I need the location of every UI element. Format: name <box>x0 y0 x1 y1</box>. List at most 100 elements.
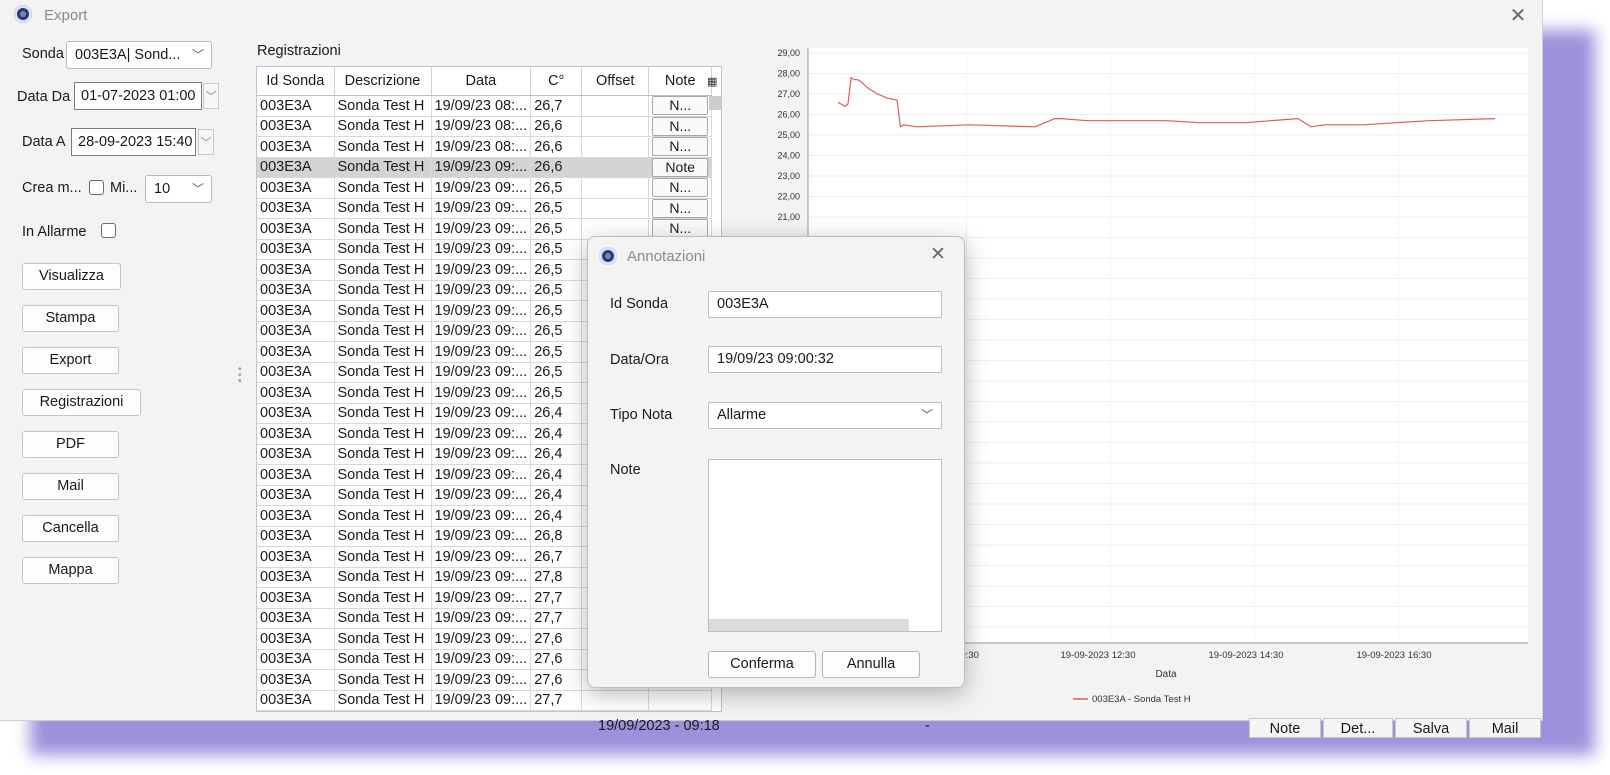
table-cell: 27,7 <box>530 608 583 629</box>
annulla-button[interactable]: Annulla <box>822 651 920 678</box>
stampa-button[interactable]: Stampa <box>22 305 119 332</box>
table-cell: 003E3A <box>257 505 335 527</box>
column-header-offset[interactable]: Offset <box>581 67 650 96</box>
column-header-data[interactable]: Data <box>431 67 532 96</box>
note-cell <box>648 690 713 711</box>
table-row[interactable]: 003E3A Sonda Test H 19/09/23 09:... 26,6 Not… <box>257 157 713 178</box>
grid-scrollbar-thumb[interactable] <box>709 96 721 110</box>
table-cell: 003E3A <box>257 259 335 281</box>
table-row[interactable]: 003E3A Sonda Test H 19/09/23 09:... 26,5 N..… <box>257 177 713 199</box>
table-cell: Sonda Test H <box>334 587 432 609</box>
annotazioni-dialog: Annotazioni ✕ Id Sonda 003E3A Data/Ora 1… <box>587 236 965 688</box>
table-cell: 19/09/23 08:... <box>431 116 532 137</box>
export-button[interactable]: Export <box>22 347 119 374</box>
pdf-button[interactable]: PDF <box>22 431 119 458</box>
table-cell: Sonda Test H <box>334 485 432 506</box>
cancella-button[interactable]: Cancella <box>22 515 119 542</box>
note-button[interactable]: Note <box>1249 718 1321 738</box>
table-cell: 19/09/23 09:... <box>431 690 532 711</box>
table-cell: 26,5 <box>530 198 583 219</box>
row-note-button[interactable]: Note <box>652 157 709 177</box>
table-row[interactable]: 003E3ASonda Test H19/09/23 09:...27,6 N..… <box>257 710 713 712</box>
mail-status-button[interactable]: Mail <box>1469 718 1541 738</box>
details-button[interactable]: Det... <box>1323 718 1393 738</box>
table-cell: 19/09/23 09:... <box>431 710 532 711</box>
sonda-select[interactable]: 003E3A| Sond... ﹀ <box>66 41 212 69</box>
chart-y-tick-label: 24,00 <box>777 151 800 161</box>
table-row[interactable]: 003E3A Sonda Test H 19/09/23 08:... 26,7 N..… <box>257 95 713 117</box>
close-icon[interactable]: ✕ <box>926 243 950 266</box>
table-row[interactable]: 003E3A Sonda Test H 19/09/23 08:... 26,6 N..… <box>257 116 713 137</box>
table-row[interactable]: 003E3A Sonda Test H 19/09/23 09:... 27,7 <box>257 690 713 711</box>
table-cell: Sonda Test H <box>334 710 432 711</box>
table-row[interactable]: 003E3A Sonda Test H 19/09/23 09:... 26,5 N..… <box>257 198 713 219</box>
row-note-button[interactable]: N... <box>652 711 708 712</box>
id-sonda-value: 003E3A <box>717 296 769 312</box>
table-cell: 19/09/23 09:... <box>431 628 532 650</box>
tipo-nota-select[interactable]: Allarme ﹀ <box>708 402 942 429</box>
column-header-descrizione[interactable]: Descrizione <box>334 67 432 96</box>
table-cell: Sonda Test H <box>334 218 432 240</box>
sonda-label: Sonda <box>22 46 64 62</box>
chart-x-tick-label: 19-09-2023 12:30 <box>1060 650 1135 661</box>
row-note-button[interactable]: N... <box>652 198 709 218</box>
visualizza-button[interactable]: Visualizza <box>22 263 121 290</box>
row-note-button[interactable]: N... <box>652 137 709 157</box>
close-icon[interactable]: ✕ <box>1506 3 1530 28</box>
table-cell: 26,4 <box>530 423 583 445</box>
table-cell: 19/09/23 08:... <box>431 136 532 158</box>
table-cell: 26,4 <box>530 403 583 424</box>
table-cell: Sonda Test H <box>334 403 432 424</box>
column-header-note[interactable]: Note <box>648 67 713 96</box>
note-textarea-scrollbar[interactable] <box>709 619 909 631</box>
table-cell: Sonda Test H <box>334 116 432 137</box>
column-header-temperatura[interactable]: C° <box>530 67 583 96</box>
column-header-id-sonda[interactable]: Id Sonda <box>257 67 335 96</box>
dialog-title: Annotazioni <box>627 248 706 265</box>
app-logo-icon <box>599 247 617 265</box>
table-cell: 19/09/23 09:... <box>431 464 532 486</box>
minutes-select[interactable]: 10 ﹀ <box>145 175 212 203</box>
note-textarea[interactable] <box>708 459 942 632</box>
table-cell: Sonda Test H <box>334 423 432 445</box>
minutes-select-value: 10 <box>154 181 171 197</box>
table-cell: 003E3A <box>257 136 335 158</box>
crea-label: Crea m... <box>22 180 82 196</box>
table-cell: 003E3A <box>257 403 335 424</box>
table-cell: 003E3A <box>257 218 335 240</box>
id-sonda-field[interactable]: 003E3A <box>708 291 942 318</box>
mappa-button[interactable]: Mappa <box>22 557 119 584</box>
in-allarme-checkbox[interactable] <box>101 223 116 238</box>
table-cell: 26,5 <box>530 300 583 322</box>
column-picker-icon[interactable]: ▦ <box>707 75 717 88</box>
table-cell: 003E3A <box>257 567 335 588</box>
row-note-button[interactable]: N... <box>652 96 709 116</box>
row-note-button[interactable]: N... <box>652 178 709 198</box>
salva-button[interactable]: Salva <box>1395 718 1467 738</box>
splitter-handle[interactable]: • • • <box>238 365 243 387</box>
row-note-button[interactable]: N... <box>652 116 709 136</box>
table-cell: Sonda Test H <box>334 259 432 281</box>
mail-button[interactable]: Mail <box>22 473 119 500</box>
data-a-dropdown-icon[interactable]: ﹀ <box>198 129 214 155</box>
table-cell: Sonda Test H <box>334 649 432 670</box>
table-cell: 19/09/23 09:... <box>431 505 532 527</box>
data-ora-field[interactable]: 19/09/23 09:00:32 <box>708 346 942 373</box>
conferma-button[interactable]: Conferma <box>708 651 816 678</box>
table-cell <box>581 710 650 711</box>
data-a-input[interactable]: 28-09-2023 15:40 <box>71 128 196 156</box>
table-cell: Sonda Test H <box>334 280 432 301</box>
table-cell: 26,4 <box>530 505 583 527</box>
data-da-dropdown-icon[interactable]: ﹀ <box>203 83 219 109</box>
registrazioni-button[interactable]: Registrazioni <box>22 389 141 416</box>
table-cell: 003E3A <box>257 362 335 383</box>
table-cell: 003E3A <box>257 690 335 711</box>
data-da-input[interactable]: 01-07-2023 01:00 <box>74 82 202 110</box>
note-label: Note <box>610 462 641 478</box>
table-row[interactable]: 003E3A Sonda Test H 19/09/23 08:... 26,6 N..… <box>257 136 713 158</box>
table-cell: 003E3A <box>257 485 335 506</box>
registrazioni-title: Registrazioni <box>257 43 341 59</box>
table-cell: 003E3A <box>257 95 335 117</box>
table-cell: Sonda Test H <box>334 136 432 158</box>
crea-checkbox[interactable] <box>89 180 104 195</box>
